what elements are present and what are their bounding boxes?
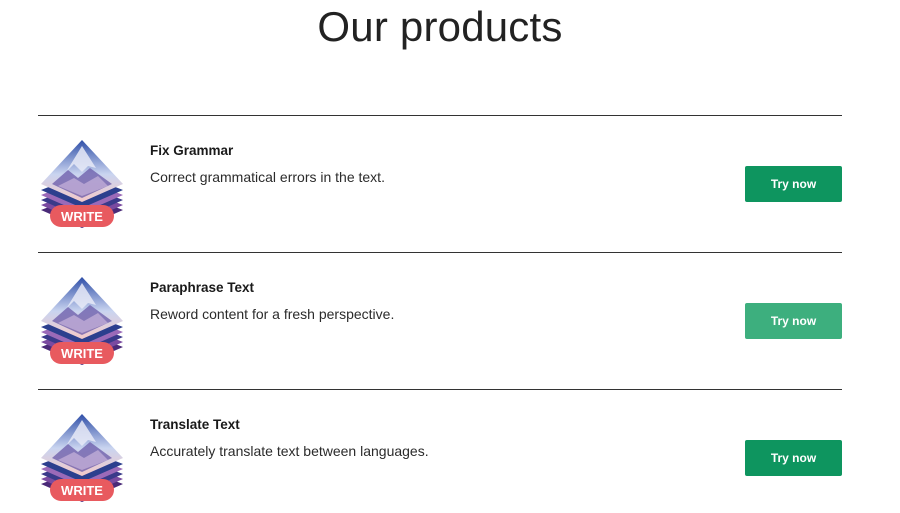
product-row: WRITE Fix Grammar Correct grammatical er… bbox=[38, 115, 842, 252]
write-app-icon: WRITE bbox=[38, 275, 126, 367]
write-app-icon: WRITE bbox=[38, 412, 126, 504]
write-badge-text: WRITE bbox=[61, 346, 103, 361]
product-description: Reword content for a fresh perspective. bbox=[150, 306, 395, 322]
product-row: WRITE Paraphrase Text Reword content for… bbox=[38, 252, 842, 389]
try-now-button[interactable]: Try now bbox=[745, 440, 842, 476]
product-list: WRITE Fix Grammar Correct grammatical er… bbox=[38, 115, 842, 513]
product-name: Paraphrase Text bbox=[150, 280, 255, 295]
write-badge-text: WRITE bbox=[61, 209, 103, 224]
try-now-button[interactable]: Try now bbox=[745, 303, 842, 339]
try-now-button[interactable]: Try now bbox=[745, 166, 842, 202]
product-row: WRITE Translate Text Accurately translat… bbox=[38, 389, 842, 513]
write-badge-text: WRITE bbox=[61, 483, 103, 498]
product-name: Fix Grammar bbox=[150, 143, 234, 158]
product-description: Correct grammatical errors in the text. bbox=[150, 169, 385, 185]
page-title: Our products bbox=[317, 3, 563, 50]
product-description: Accurately translate text between langua… bbox=[150, 443, 429, 459]
product-name: Translate Text bbox=[150, 417, 240, 432]
write-app-icon: WRITE bbox=[38, 138, 126, 230]
page: Our products WRITE Fix Grammar Correct g… bbox=[0, 0, 900, 513]
